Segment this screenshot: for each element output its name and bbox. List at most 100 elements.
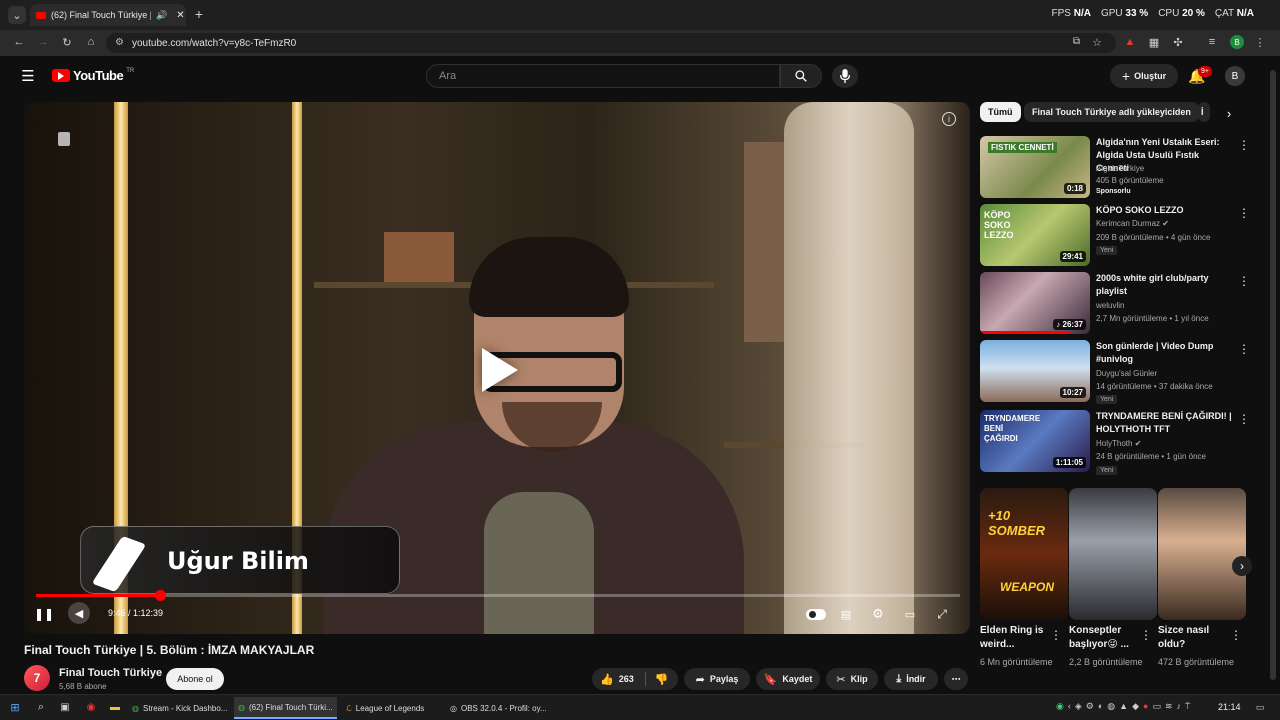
notification-center-icon[interactable]: ▭ bbox=[1254, 701, 1266, 713]
play-icon[interactable] bbox=[482, 348, 518, 392]
tray-icon[interactable]: ▭ bbox=[1152, 701, 1161, 712]
reading-list-icon[interactable]: ≡ bbox=[1206, 36, 1218, 48]
pause-button[interactable]: ❚❚ bbox=[34, 606, 54, 622]
taskbar-item[interactable]: ℒ League of Legends bbox=[342, 697, 428, 719]
more-vertical-icon[interactable]: ⋮ bbox=[1230, 628, 1242, 642]
back-icon[interactable]: ← bbox=[12, 35, 26, 49]
chip-from-uploader[interactable]: Final Touch Türkiye adlı yükleyiciden bbox=[1024, 102, 1199, 122]
volume-icon[interactable]: ♪ bbox=[1177, 701, 1182, 712]
task-view-icon[interactable]: ▣ bbox=[58, 700, 72, 714]
short-title[interactable]: Elden Ring is weird... bbox=[980, 624, 1058, 652]
clip-button[interactable]: ✂ Klip bbox=[826, 668, 878, 690]
taskbar-item[interactable]: ◎ OBS 32.0.4 - Profil: oy... bbox=[446, 697, 551, 719]
more-vertical-icon[interactable]: ⋮ bbox=[1238, 138, 1250, 152]
channel-avatar[interactable]: 7 bbox=[24, 665, 50, 691]
scrollbar-thumb[interactable] bbox=[1270, 70, 1276, 680]
profile-avatar-icon[interactable]: B bbox=[1230, 35, 1244, 49]
taskbar-item[interactable]: ◍ Stream - Kick Dashbo... bbox=[128, 697, 231, 719]
rec-channel[interactable]: AlgidaTurkiye bbox=[1096, 164, 1144, 173]
shorts-next-icon[interactable]: › bbox=[1232, 556, 1252, 576]
video-player[interactable]: i Uğur Bilim ❚❚ ◀ 9:46 / 1:12:39 ▤ ⚙ ▭ ⤢ bbox=[24, 102, 970, 634]
rec-title[interactable]: KÖPO SOKO LEZZO bbox=[1096, 204, 1232, 217]
more-vertical-icon[interactable]: ⋮ bbox=[1050, 628, 1062, 642]
video-thumbnail[interactable]: KÖPO SOKO LEZZO 29:41 bbox=[980, 204, 1090, 266]
voice-search-button[interactable] bbox=[832, 64, 858, 88]
chip-truncated[interactable]: İ bbox=[1198, 102, 1210, 122]
settings-gear-icon[interactable]: ⚙ bbox=[870, 606, 886, 622]
tray-icon[interactable]: ◐ bbox=[1098, 701, 1103, 712]
more-vertical-icon[interactable]: ⋮ bbox=[1238, 206, 1250, 220]
recommendation-item[interactable]: FISTIK CENNETİ 0:18 Algida'nın Yeni Usta… bbox=[980, 136, 1255, 200]
tab-audio-icon[interactable]: 🔊 bbox=[156, 10, 167, 21]
site-info-icon[interactable]: ⚙ bbox=[115, 37, 124, 48]
home-icon[interactable]: ⌂ bbox=[84, 35, 98, 49]
steam-icon[interactable]: ◍ bbox=[1107, 701, 1115, 712]
channel-name[interactable]: Final Touch Türkiye bbox=[59, 667, 162, 679]
forward-icon[interactable]: → bbox=[36, 35, 50, 49]
tray-icon[interactable]: ▲ bbox=[1119, 701, 1128, 712]
taskbar-item-active[interactable]: ◍ (62) Final Touch Türki... bbox=[234, 697, 337, 719]
short-title[interactable]: Konseptler başlıyor😜 ... bbox=[1069, 624, 1147, 652]
fullscreen-icon[interactable]: ⤢ bbox=[934, 606, 950, 622]
rec-channel[interactable]: HolyThoth bbox=[1096, 439, 1132, 448]
rec-channel[interactable]: Duygu'sal Günler bbox=[1096, 369, 1157, 378]
subtitles-icon[interactable]: ▤ bbox=[838, 607, 854, 621]
rec-channel[interactable]: Kerimcan Durmaz bbox=[1096, 219, 1160, 228]
more-actions-button[interactable]: ⋯ bbox=[944, 668, 968, 690]
new-tab-icon[interactable]: + bbox=[192, 6, 206, 22]
tab-search-icon[interactable]: ⌄ bbox=[8, 6, 26, 24]
browser-menu-icon[interactable]: ⋮ bbox=[1254, 36, 1266, 49]
short-thumbnail[interactable]: +10 SOMBER WEAPON bbox=[980, 488, 1068, 620]
theater-mode-icon[interactable]: ▭ bbox=[902, 607, 918, 621]
info-icon[interactable]: i bbox=[942, 112, 956, 126]
windows-start-icon[interactable]: ⊞ bbox=[8, 700, 22, 714]
file-explorer-icon[interactable]: ▬ bbox=[108, 700, 122, 714]
rec-channel[interactable]: weluvlin bbox=[1096, 301, 1124, 310]
tray-icon[interactable]: ◆ bbox=[1132, 701, 1139, 712]
whatsapp-icon[interactable]: ◉ bbox=[1056, 701, 1064, 712]
save-button[interactable]: 🔖 Kaydet bbox=[756, 668, 820, 690]
bookmark-star-icon[interactable]: ☆ bbox=[1092, 36, 1102, 49]
reload-icon[interactable]: ↻ bbox=[60, 35, 74, 49]
search-button[interactable] bbox=[780, 64, 822, 88]
rec-title[interactable]: TRYNDAMERE BENİ ÇAĞIRDI! | HOLYTHOTH TFT bbox=[1096, 410, 1232, 436]
like-button[interactable]: 👍 263 bbox=[600, 673, 634, 686]
chevron-right-icon[interactable]: › bbox=[1222, 106, 1236, 121]
search-icon[interactable]: ⌕ bbox=[34, 700, 48, 714]
recommendation-item[interactable]: ♪ 26:37 2000s white girl club/party play… bbox=[980, 272, 1255, 336]
more-vertical-icon[interactable]: ⋮ bbox=[1238, 412, 1250, 426]
create-button[interactable]: + Oluştur bbox=[1110, 64, 1178, 88]
wifi-icon[interactable]: ≋ bbox=[1165, 701, 1173, 712]
tray-icon[interactable]: ‹ bbox=[1068, 701, 1071, 712]
video-thumbnail[interactable]: 10:27 bbox=[980, 340, 1090, 402]
recommendation-item[interactable]: TRYNDAMERE BENİ ÇAĞIRDI 1:11:05 TRYNDAME… bbox=[980, 410, 1255, 475]
volume-button[interactable]: ◀ bbox=[68, 602, 90, 624]
share-button[interactable]: ➦ Paylaş bbox=[684, 668, 750, 690]
tray-icon[interactable]: ● bbox=[1143, 701, 1148, 712]
more-vertical-icon[interactable]: ⋮ bbox=[1140, 628, 1152, 642]
scrubber-handle[interactable] bbox=[154, 590, 166, 601]
video-thumbnail[interactable]: TRYNDAMERE BENİ ÇAĞIRDI 1:11:05 bbox=[980, 410, 1090, 472]
dislike-button[interactable]: 👎 bbox=[655, 673, 669, 686]
address-bar[interactable]: ⚙ youtube.com/watch?v=y8c-TeFmzR0 ☆ ⧉ bbox=[106, 33, 1116, 53]
download-button[interactable]: ⤓ İndir bbox=[884, 668, 938, 690]
search-input[interactable]: Ara bbox=[426, 64, 780, 88]
hamburger-menu-icon[interactable]: ☰ bbox=[20, 68, 36, 85]
rec-title[interactable]: 2000s white girl club/party playlist bbox=[1096, 272, 1232, 298]
microphone-icon[interactable]: ⍑ bbox=[1185, 701, 1190, 712]
rec-title[interactable]: Son günlerde | Video Dump #univlog bbox=[1096, 340, 1232, 366]
pdf-extension-icon[interactable]: ▲ bbox=[1124, 36, 1136, 48]
chip-all[interactable]: Tümü bbox=[980, 102, 1021, 122]
app-icon[interactable]: ◉ bbox=[84, 700, 98, 714]
short-title[interactable]: Sizce nasıl oldu? bbox=[1158, 624, 1236, 652]
more-vertical-icon[interactable]: ⋮ bbox=[1238, 342, 1250, 356]
video-thumbnail[interactable]: ♪ 26:37 bbox=[980, 272, 1090, 334]
discord-icon[interactable]: ◈ bbox=[1075, 701, 1082, 712]
youtube-logo[interactable]: YouTube TR bbox=[52, 68, 134, 83]
video-thumbnail[interactable]: FISTIK CENNETİ 0:18 bbox=[980, 136, 1090, 198]
more-vertical-icon[interactable]: ⋮ bbox=[1238, 274, 1250, 288]
autoplay-toggle[interactable] bbox=[806, 609, 826, 620]
extensions-puzzle-icon[interactable]: ✣ bbox=[1172, 36, 1184, 49]
extension-icon[interactable]: ▦ bbox=[1148, 36, 1160, 49]
clock[interactable]: 21:14 bbox=[1218, 702, 1241, 712]
